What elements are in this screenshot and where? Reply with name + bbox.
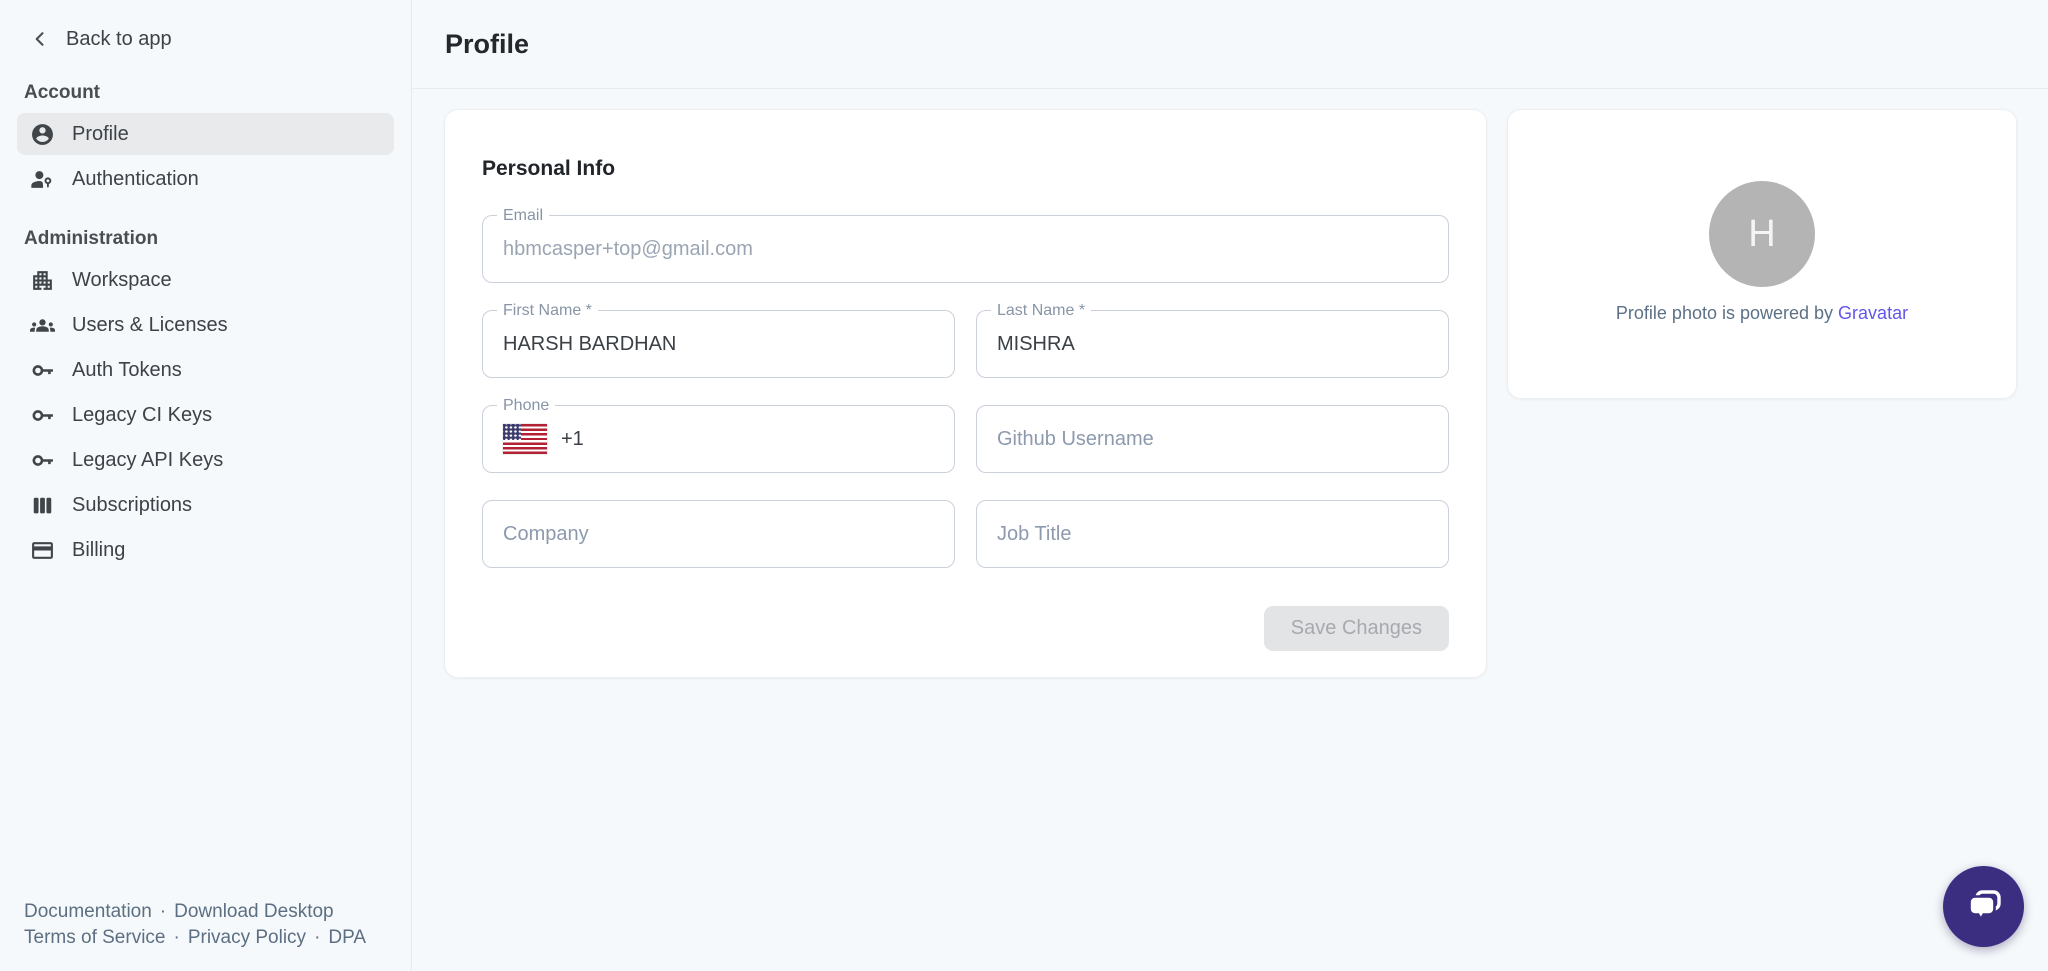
sidebar-item-label: Profile (72, 123, 129, 146)
name-row: First Name * Last Name * (482, 310, 1449, 378)
sidebar-item-label: Auth Tokens (72, 359, 182, 382)
us-flag-icon[interactable] (503, 424, 547, 454)
avatar: H (1709, 181, 1815, 287)
company-jobtitle-row (482, 500, 1449, 568)
last-name-label: Last Name * (991, 301, 1091, 321)
sidebar-item-users-licenses[interactable]: Users & Licenses (17, 304, 394, 346)
first-name-field: First Name * (482, 310, 955, 378)
gravatar-link[interactable]: Gravatar (1838, 303, 1908, 323)
dot-separator: · (160, 901, 166, 922)
groups-icon (30, 313, 55, 338)
back-to-app-label: Back to app (66, 28, 172, 51)
job-title-field (976, 500, 1449, 568)
person-key-icon (30, 167, 55, 192)
main-content: Profile Personal Info Email First Name *… (412, 0, 2048, 971)
account-nav: Profile Authentication (17, 113, 394, 200)
sidebar-item-workspace[interactable]: Workspace (17, 259, 394, 301)
footer-link-dpa[interactable]: DPA (328, 927, 366, 948)
sidebar-item-authentication[interactable]: Authentication (17, 158, 394, 200)
key-icon (30, 403, 55, 428)
key-icon (30, 448, 55, 473)
gravatar-caption-text: Profile photo is powered by (1616, 303, 1833, 323)
columns-icon (30, 493, 55, 518)
avatar-letter: H (1748, 213, 1775, 256)
account-circle-icon (30, 122, 55, 147)
gravatar-caption: Profile photo is powered by Gravatar (1616, 303, 1908, 324)
page-title: Profile (445, 29, 529, 60)
dot-separator: · (173, 927, 179, 948)
administration-nav: Workspace Users & Licenses Auth Tokens L… (17, 259, 394, 571)
gravatar-card: H Profile photo is powered by Gravatar (1507, 109, 2017, 399)
personal-info-title: Personal Info (482, 157, 1449, 181)
email-label: Email (497, 206, 549, 226)
sidebar-item-billing[interactable]: Billing (17, 529, 394, 571)
footer-link-documentation[interactable]: Documentation (24, 901, 152, 922)
phone-input[interactable] (547, 406, 954, 472)
footer-link-download-desktop[interactable]: Download Desktop (174, 901, 333, 922)
job-title-input[interactable] (977, 501, 1448, 567)
company-field (482, 500, 955, 568)
chat-widget-button[interactable] (1943, 866, 2024, 947)
sidebar-item-auth-tokens[interactable]: Auth Tokens (17, 349, 394, 391)
section-label-account: Account (17, 82, 394, 104)
sidebar-item-label: Legacy API Keys (72, 449, 223, 472)
sidebar: Back to app Account Profile Authenticati… (0, 0, 412, 971)
dot-separator: · (314, 927, 320, 948)
sidebar-item-legacy-api-keys[interactable]: Legacy API Keys (17, 439, 394, 481)
footer-row-1: Documentation · Download Desktop (24, 899, 387, 925)
sidebar-item-label: Legacy CI Keys (72, 404, 212, 427)
last-name-field: Last Name * (976, 310, 1449, 378)
sidebar-item-subscriptions[interactable]: Subscriptions (17, 484, 394, 526)
phone-github-row: Phone (482, 405, 1449, 473)
page-header: Profile (412, 0, 2048, 89)
sidebar-item-label: Users & Licenses (72, 314, 228, 337)
personal-info-card: Personal Info Email First Name * Last Na… (444, 109, 1487, 678)
footer-link-privacy[interactable]: Privacy Policy (188, 927, 306, 948)
github-username-input[interactable] (977, 406, 1448, 472)
footer-row-2: Terms of Service · Privacy Policy · DPA (24, 925, 387, 951)
chat-bubbles-icon (1960, 883, 2008, 931)
sidebar-item-label: Subscriptions (72, 494, 192, 517)
footer-link-terms[interactable]: Terms of Service (24, 927, 165, 948)
github-username-field (976, 405, 1449, 473)
sidebar-item-profile[interactable]: Profile (17, 113, 394, 155)
back-to-app-button[interactable]: Back to app (17, 24, 394, 54)
sidebar-item-label: Billing (72, 539, 125, 562)
phone-field: Phone (482, 405, 955, 473)
section-label-administration: Administration (17, 228, 394, 250)
company-input[interactable] (483, 501, 954, 567)
chevron-left-icon (29, 28, 51, 50)
content-area: Personal Info Email First Name * Last Na… (412, 89, 2048, 678)
save-changes-button[interactable]: Save Changes (1264, 606, 1449, 651)
sidebar-item-legacy-ci-keys[interactable]: Legacy CI Keys (17, 394, 394, 436)
sidebar-item-label: Authentication (72, 168, 199, 191)
email-input[interactable] (483, 216, 1448, 282)
save-row: Save Changes (482, 606, 1449, 651)
email-field: Email (482, 215, 1449, 283)
first-name-label: First Name * (497, 301, 598, 321)
sidebar-footer: Documentation · Download Desktop Terms of … (17, 899, 394, 971)
sidebar-item-label: Workspace (72, 269, 172, 292)
phone-label: Phone (497, 396, 555, 416)
credit-card-icon (30, 538, 55, 563)
key-icon (30, 358, 55, 383)
building-icon (30, 268, 55, 293)
